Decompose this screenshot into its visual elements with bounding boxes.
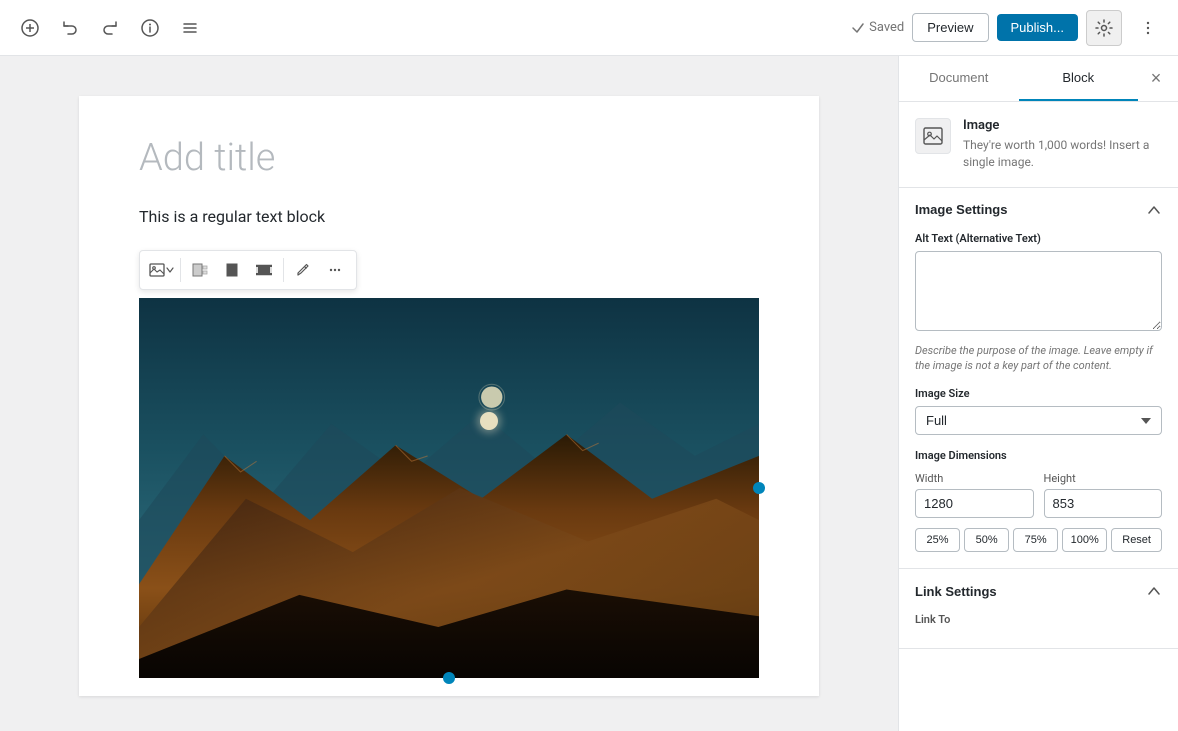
image-settings-section: Image Settings Alt Text (Alternative Tex… bbox=[899, 188, 1178, 570]
align-wide-icon bbox=[256, 263, 272, 277]
align-center-button[interactable] bbox=[217, 255, 247, 285]
top-bar-right: Saved Preview Publish... bbox=[851, 10, 1166, 46]
link-settings-toggle[interactable]: Link Settings bbox=[899, 569, 1178, 613]
editor-content: Add title This is a regular text block bbox=[79, 96, 819, 696]
undo-button[interactable] bbox=[52, 10, 88, 46]
align-center-icon bbox=[224, 263, 240, 277]
percent-100-button[interactable]: 100% bbox=[1062, 528, 1107, 552]
tab-document[interactable]: Document bbox=[899, 56, 1019, 101]
pencil-icon bbox=[296, 263, 310, 277]
saved-indicator: Saved bbox=[851, 20, 904, 35]
image-dimensions-group: Image Dimensions Width Height bbox=[915, 449, 1162, 552]
percent-75-button[interactable]: 75% bbox=[1013, 528, 1058, 552]
ellipsis-horizontal-icon bbox=[328, 263, 342, 277]
align-left-icon bbox=[192, 263, 208, 277]
sidebar-close-button[interactable]: × bbox=[1138, 61, 1174, 97]
edit-button[interactable] bbox=[288, 255, 318, 285]
link-to-label: Link To bbox=[915, 613, 1162, 626]
tab-block[interactable]: Block bbox=[1019, 56, 1139, 101]
image-settings-label: Image Settings bbox=[915, 202, 1007, 217]
block-name: Image bbox=[963, 118, 1162, 133]
block-info: Image They're worth 1,000 words! Insert … bbox=[899, 102, 1178, 188]
gear-icon bbox=[1095, 19, 1113, 37]
main-area: Add title This is a regular text block bbox=[0, 56, 1178, 731]
link-settings-body: Link To bbox=[899, 613, 1178, 648]
width-input[interactable] bbox=[915, 489, 1034, 518]
alt-text-label: Alt Text (Alternative Text) bbox=[915, 232, 1162, 245]
reset-button[interactable]: Reset bbox=[1111, 528, 1162, 552]
resize-handle-bottom[interactable] bbox=[443, 672, 455, 684]
image-wrapper bbox=[139, 298, 759, 678]
align-wide-button[interactable] bbox=[249, 255, 279, 285]
sidebar-header: Document Block × bbox=[899, 56, 1178, 102]
image-settings-toggle[interactable]: Image Settings bbox=[899, 188, 1178, 232]
sidebar-content: Image They're worth 1,000 words! Insert … bbox=[899, 102, 1178, 731]
percent-buttons: 25% 50% 75% 100% Reset bbox=[915, 528, 1162, 552]
image-size-select[interactable]: Thumbnail Medium Large Full bbox=[915, 406, 1162, 435]
image-settings-body: Alt Text (Alternative Text) Describe the… bbox=[899, 232, 1178, 569]
block-info-text: Image They're worth 1,000 words! Insert … bbox=[963, 118, 1162, 171]
height-label: Height bbox=[1044, 472, 1163, 485]
top-bar: Saved Preview Publish... bbox=[0, 0, 1178, 56]
tools-button[interactable] bbox=[172, 10, 208, 46]
chevron-down-icon bbox=[166, 266, 174, 274]
image-size-group: Image Size Thumbnail Medium Large Full bbox=[915, 387, 1162, 435]
link-settings-section: Link Settings Link To bbox=[899, 569, 1178, 649]
editor-area: Add title This is a regular text block bbox=[0, 56, 898, 731]
info-button[interactable] bbox=[132, 10, 168, 46]
height-input[interactable] bbox=[1044, 489, 1163, 518]
width-label: Width bbox=[915, 472, 1034, 485]
alt-text-hint: Describe the purpose of the image. Leave… bbox=[915, 343, 1162, 374]
block-toolbar bbox=[139, 250, 357, 290]
text-block[interactable]: This is a regular text block bbox=[139, 204, 759, 230]
image-size-label: Image Size bbox=[915, 387, 1162, 400]
top-bar-left bbox=[12, 10, 208, 46]
settings-button[interactable] bbox=[1086, 10, 1122, 46]
redo-button[interactable] bbox=[92, 10, 128, 46]
width-field: Width bbox=[915, 472, 1034, 518]
block-description: They're worth 1,000 words! Insert a sing… bbox=[963, 137, 1162, 171]
chevron-up-icon-2 bbox=[1146, 583, 1162, 599]
align-left-button[interactable] bbox=[185, 255, 215, 285]
block-icon bbox=[915, 118, 951, 154]
editor-image bbox=[139, 298, 759, 678]
more-options-button[interactable] bbox=[1130, 10, 1166, 46]
ellipsis-vertical-icon bbox=[1139, 19, 1157, 37]
percent-50-button[interactable]: 50% bbox=[964, 528, 1009, 552]
resize-handle-right[interactable] bbox=[753, 482, 765, 494]
publish-button[interactable]: Publish... bbox=[997, 14, 1078, 41]
preview-button[interactable]: Preview bbox=[912, 13, 988, 42]
check-icon bbox=[851, 21, 865, 35]
chevron-up-icon bbox=[1146, 202, 1162, 218]
moon bbox=[480, 412, 498, 430]
toolbar-divider-2 bbox=[283, 258, 284, 282]
image-dimensions-label: Image Dimensions bbox=[915, 449, 1162, 462]
add-block-button[interactable] bbox=[12, 10, 48, 46]
right-sidebar: Document Block × Image They're worth 1,0… bbox=[898, 56, 1178, 731]
image-block-container bbox=[139, 250, 759, 682]
height-field: Height bbox=[1044, 472, 1163, 518]
mountain-illustration bbox=[139, 298, 759, 678]
link-settings-label: Link Settings bbox=[915, 584, 997, 599]
toolbar-divider bbox=[180, 258, 181, 282]
alt-text-input[interactable] bbox=[915, 251, 1162, 331]
dimensions-grid: Width Height bbox=[915, 472, 1162, 518]
saved-text: Saved bbox=[869, 20, 904, 35]
image-icon bbox=[149, 262, 165, 278]
block-more-options-button[interactable] bbox=[320, 255, 350, 285]
image-block-icon bbox=[923, 126, 943, 146]
percent-25-button[interactable]: 25% bbox=[915, 528, 960, 552]
post-title[interactable]: Add title bbox=[139, 136, 759, 180]
image-icon-button[interactable] bbox=[146, 255, 176, 285]
